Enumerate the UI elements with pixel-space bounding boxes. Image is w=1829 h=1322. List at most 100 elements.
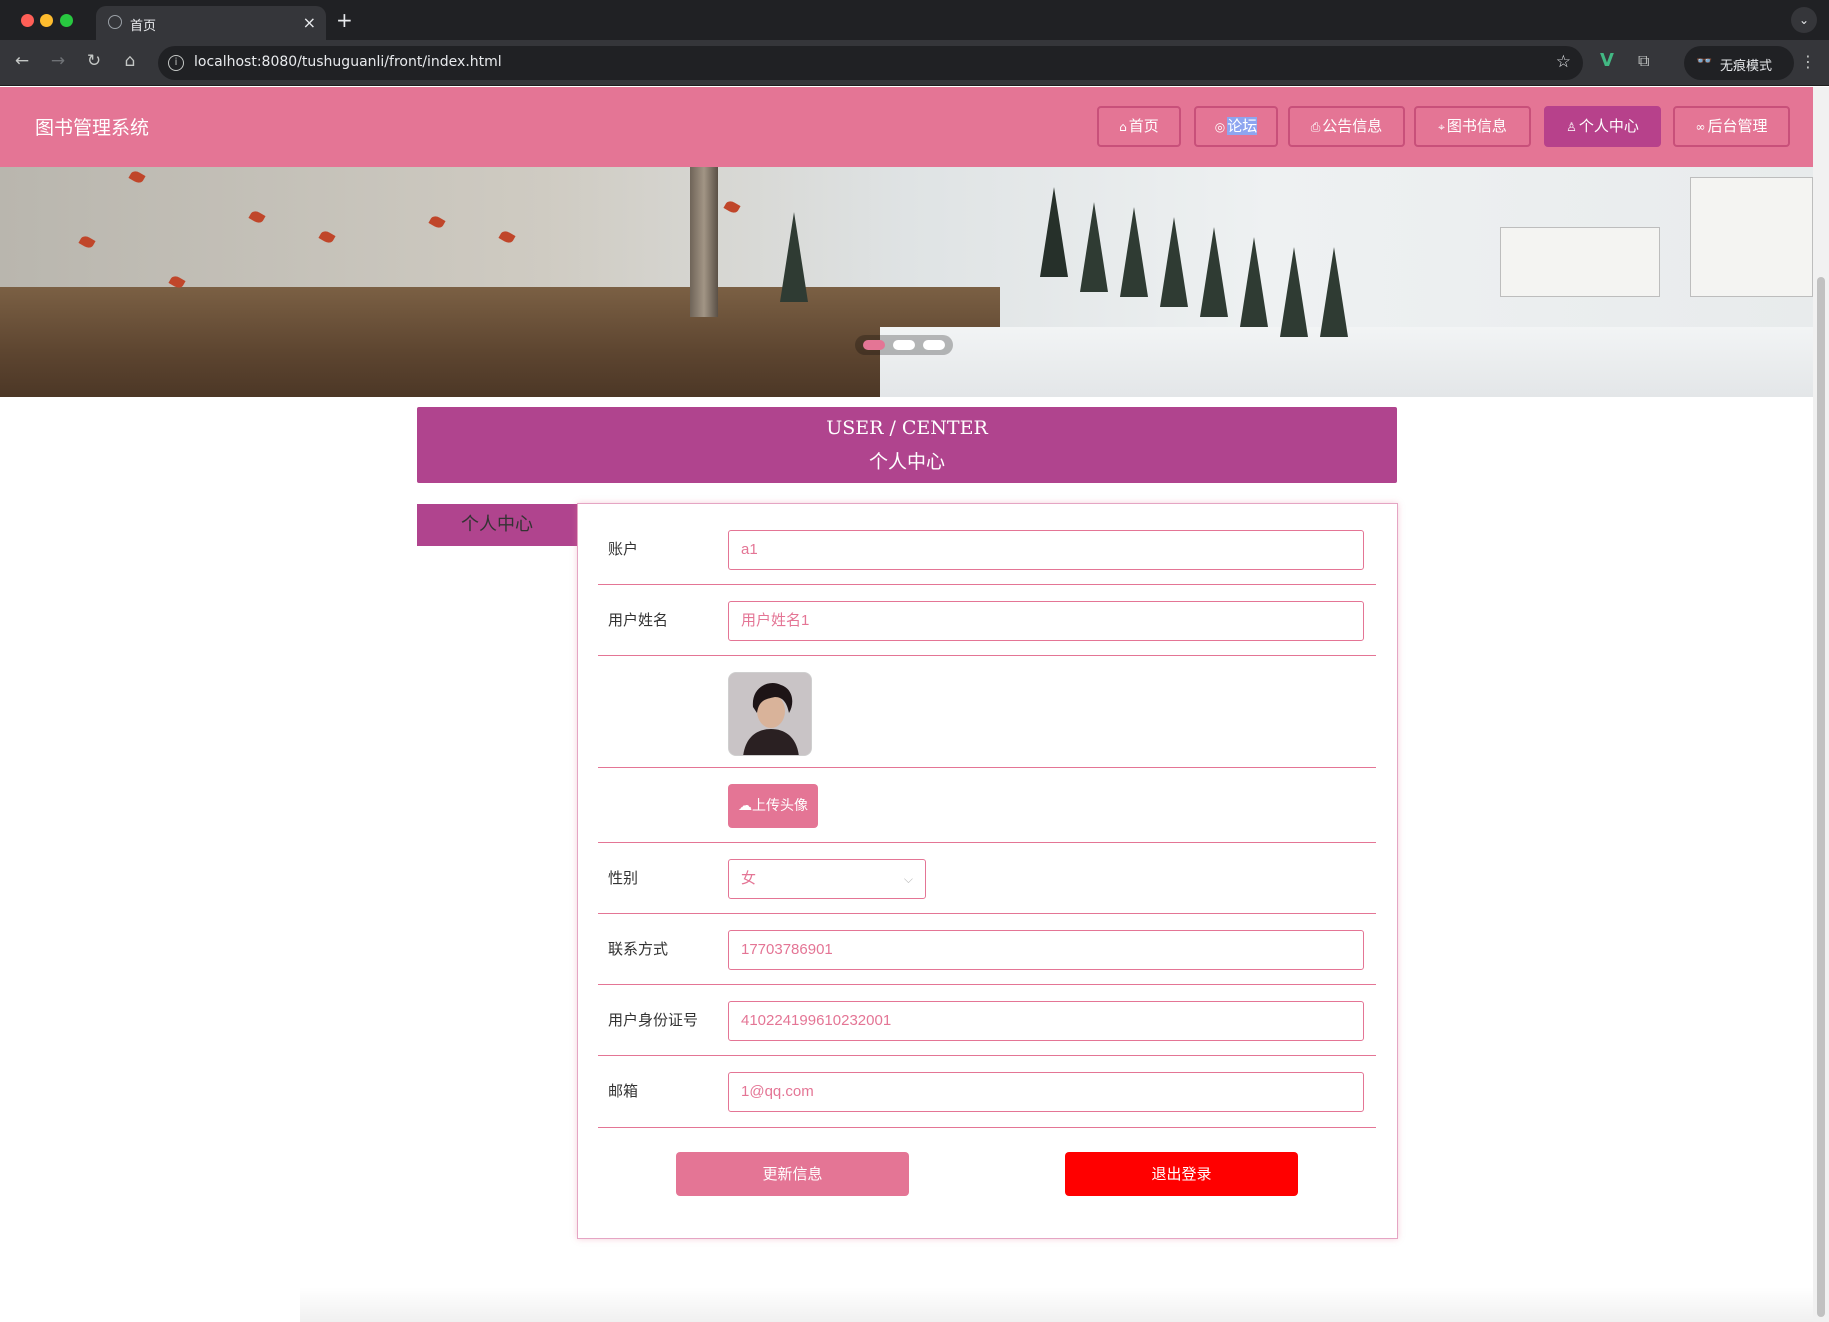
sidebar-item-profile[interactable]: 个人中心 [417, 504, 577, 546]
globe-icon: ◎ [1214, 120, 1226, 134]
banner-leaf [78, 234, 96, 250]
printer-icon: ⎙ [1310, 120, 1321, 134]
back-icon[interactable]: ← [10, 51, 34, 71]
banner-leaf [318, 229, 336, 245]
nav-admin-label: 后台管理 [1707, 117, 1768, 135]
banner-leaf [128, 169, 146, 185]
close-icon[interactable]: × [303, 13, 316, 32]
forward-icon[interactable]: → [46, 51, 70, 71]
maximize-window-button[interactable] [60, 14, 73, 27]
section-title-en: USER / CENTER [826, 417, 988, 439]
nav-books[interactable]: ⌖ 图书信息 [1414, 106, 1531, 147]
banner-house [1690, 177, 1813, 297]
banner-carousel[interactable] [0, 167, 1813, 397]
browser-tab[interactable]: 首页 × [96, 6, 326, 40]
site-info-icon[interactable]: i [168, 55, 184, 71]
section-title: USER / CENTER 个人中心 [417, 407, 1397, 483]
form-row-upload: ☁上传头像 [598, 768, 1376, 843]
bookmark-star-icon[interactable]: ☆ [1556, 52, 1571, 72]
link-icon: ∞ [1695, 120, 1706, 134]
address-bar[interactable]: i localhost:8080/tushuguanli/front/index… [158, 46, 1583, 80]
logout-button[interactable]: 退出登录 [1065, 1152, 1298, 1196]
email-label: 邮箱 [608, 1082, 639, 1100]
chevron-down-icon: ⌵ [903, 872, 913, 886]
browser-toolbar: ← → ↻ ⌂ i localhost:8080/tushuguanli/fro… [0, 40, 1829, 86]
vue-devtools-icon[interactable]: V [1600, 50, 1614, 71]
email-field[interactable]: 1@qq.com [728, 1072, 1364, 1112]
nav-forum-label: 论坛 [1227, 117, 1258, 135]
banner-pine-tree [1160, 217, 1188, 307]
nav-home-label: 首页 [1128, 117, 1159, 135]
reload-icon[interactable]: ↻ [82, 51, 106, 71]
banner-pine-tree [780, 212, 808, 302]
home-icon[interactable]: ⌂ [118, 51, 142, 71]
banner-tree-trunk [690, 167, 718, 317]
profile-form: 账户 a1 用户姓名 用户姓名1 ☁上传头像 性别 女 ⌵ 联系方式 17703… [577, 503, 1398, 1239]
incognito-indicator[interactable]: 👓 无痕模式 [1684, 46, 1794, 80]
url-text[interactable]: localhost:8080/tushuguanli/front/index.h… [194, 54, 502, 70]
carousel-dot-1[interactable] [863, 340, 885, 350]
banner-autumn-ground [0, 287, 1000, 397]
account-field[interactable]: a1 [728, 530, 1364, 570]
banner-house [1500, 227, 1660, 297]
new-tab-button[interactable]: + [336, 8, 353, 32]
gender-label: 性别 [608, 869, 639, 887]
tag-icon: ⌖ [1438, 120, 1445, 134]
avatar [728, 672, 812, 756]
browser-titlebar: 首页 × + ⌄ [0, 0, 1829, 40]
form-row-gender: 性别 女 ⌵ [598, 843, 1376, 914]
banner-pine-tree [1280, 247, 1308, 337]
banner-pine-tree [1240, 237, 1268, 327]
banner-leaf [248, 209, 266, 225]
user-icon: ♙ [1566, 120, 1577, 134]
nav-books-label: 图书信息 [1446, 117, 1507, 135]
carousel-dot-3[interactable] [923, 340, 945, 350]
banner-pine-tree [1080, 202, 1108, 292]
gender-select[interactable]: 女 ⌵ [728, 859, 926, 899]
account-label: 账户 [608, 540, 639, 558]
chevron-down-icon[interactable]: ⌄ [1791, 7, 1817, 33]
footer-shadow [300, 1287, 1813, 1322]
username-field[interactable]: 用户姓名1 [728, 601, 1364, 641]
form-row-avatar [598, 656, 1376, 768]
update-info-button[interactable]: 更新信息 [676, 1152, 909, 1196]
banner-leaf [723, 199, 741, 215]
site-title: 图书管理系统 [35, 117, 150, 139]
tab-title: 首页 [130, 19, 157, 34]
banner-pine-tree [1200, 227, 1228, 317]
form-row-email: 邮箱 1@qq.com [598, 1056, 1376, 1128]
nav-forum[interactable]: ◎ 论坛 [1194, 106, 1278, 147]
carousel-dot-2[interactable] [893, 340, 915, 350]
phone-field[interactable]: 17703786901 [728, 930, 1364, 970]
carousel-indicators [855, 335, 953, 355]
page-scrollbar[interactable] [1813, 87, 1829, 1322]
nav-notice[interactable]: ⎙ 公告信息 [1288, 106, 1405, 147]
scrollbar-thumb[interactable] [1817, 277, 1825, 1317]
nav-profile[interactable]: ♙ 个人中心 [1544, 106, 1661, 147]
minimize-window-button[interactable] [40, 14, 53, 27]
browser-menu-icon[interactable]: ⋮ [1800, 52, 1816, 71]
banner-leaf [428, 214, 446, 230]
banner-pine-tree [1040, 187, 1068, 277]
banner-pine-tree [1320, 247, 1348, 337]
cloud-upload-icon: ☁ [738, 798, 752, 814]
banner-snow-ground [880, 327, 1813, 397]
extensions-icon[interactable]: ⧉ [1638, 51, 1649, 71]
globe-icon [108, 15, 122, 29]
form-row-account: 账户 a1 [598, 514, 1376, 585]
incognito-label: 无痕模式 [1720, 59, 1773, 74]
idcard-label: 用户身份证号 [608, 1011, 699, 1029]
phone-label: 联系方式 [608, 940, 669, 958]
form-row-idcard: 用户身份证号 410224199610232001 [598, 985, 1376, 1056]
incognito-icon: 👓 [1696, 54, 1713, 69]
upload-avatar-button[interactable]: ☁上传头像 [728, 784, 818, 828]
avatar-image [729, 673, 811, 755]
section-title-zh: 个人中心 [868, 451, 945, 473]
nav-home[interactable]: ⌂ 首页 [1097, 106, 1181, 147]
username-label: 用户姓名 [608, 611, 669, 629]
gender-value: 女 [741, 870, 757, 887]
idcard-field[interactable]: 410224199610232001 [728, 1001, 1364, 1041]
close-window-button[interactable] [21, 14, 34, 27]
banner-leaf [498, 229, 516, 245]
nav-admin[interactable]: ∞ 后台管理 [1673, 106, 1790, 147]
